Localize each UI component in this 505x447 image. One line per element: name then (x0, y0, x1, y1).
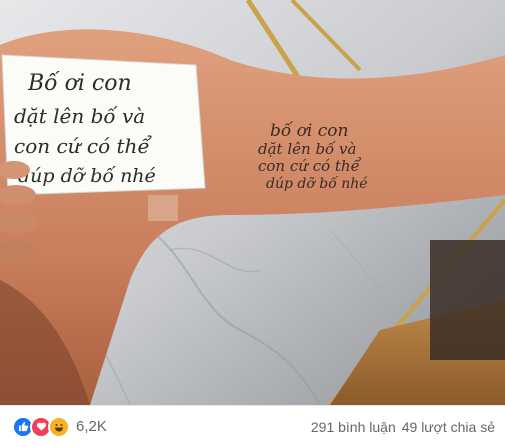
engagement-stats: 291 bình luận 49 lượt chia sẻ (311, 419, 495, 435)
post-photo[interactable]: bố ơi con dặt lên bố và con cứ có thể dú… (0, 0, 505, 405)
svg-text:dúp dỡ bố nhé: dúp dỡ bố nhé (18, 165, 156, 187)
haha-icon (48, 415, 70, 438)
reaction-count: 6,2K (76, 418, 107, 435)
blurred-patch (148, 195, 178, 221)
reaction-bar: 6,2K 291 bình luận 49 lượt chia sẻ (0, 405, 505, 447)
facebook-post: bố ơi con dặt lên bố và con cứ có thể dú… (0, 0, 505, 447)
photo-scene: bố ơi con dặt lên bố và con cứ có thể dú… (0, 0, 505, 405)
svg-text:bố ơi con: bố ơi con (270, 121, 348, 141)
shares-link[interactable]: 49 lượt chia sẻ (402, 419, 495, 435)
comments-link[interactable]: 291 bình luận (311, 419, 396, 435)
svg-text:con cứ có thể: con cứ có thể (14, 134, 152, 158)
svg-text:con cứ có thể: con cứ có thể (258, 157, 362, 175)
svg-text:Bố ơi con: Bố ơi con (27, 70, 132, 96)
svg-text:dặt lên bố và: dặt lên bố và (258, 140, 356, 158)
svg-text:dúp dỡ bố nhé: dúp dỡ bố nhé (266, 175, 368, 192)
svg-text:dặt lên bố và: dặt lên bố và (14, 104, 145, 128)
reactions-summary[interactable]: 6,2K (12, 415, 107, 438)
